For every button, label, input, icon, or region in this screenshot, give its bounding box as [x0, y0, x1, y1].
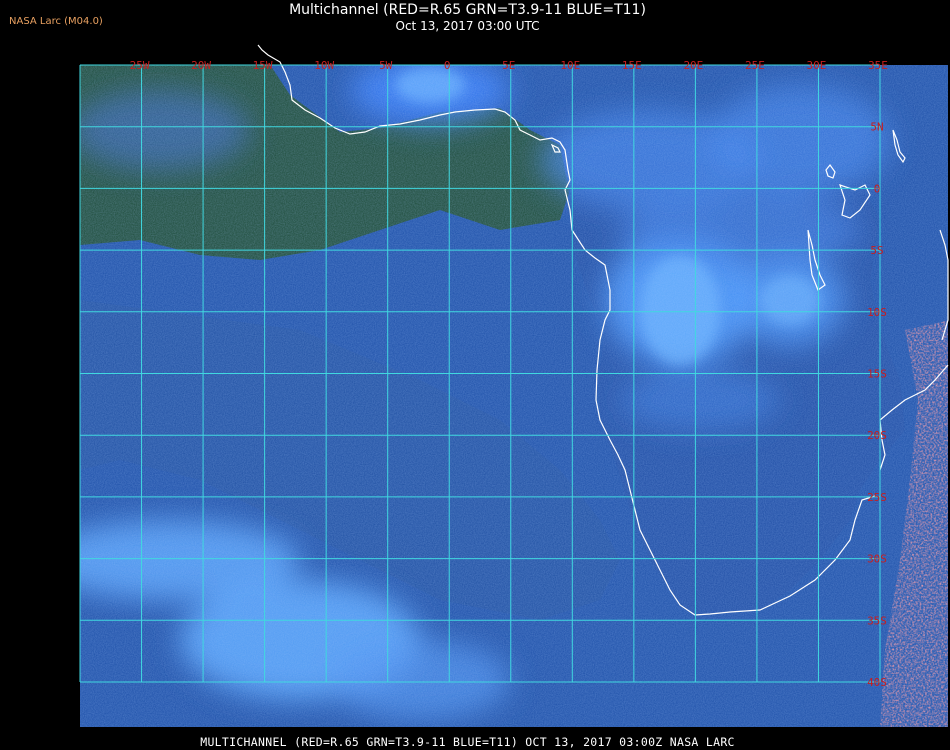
- longitude-label: 25E: [745, 59, 765, 72]
- longitude-label: 5W: [379, 59, 393, 72]
- satellite-map: 25W 20W 15W 10W 5W 0 5E 10E 15E 20E 25E 30E 35E 5N 0 5…: [79, 44, 949, 727]
- footer-caption: MULTICHANNEL (RED=R.65 GRN=T3.9-11 BLUE=…: [200, 735, 735, 749]
- imagery-layer: [80, 65, 948, 727]
- latitude-label: 5S: [870, 244, 883, 257]
- longitude-label: 15W: [253, 59, 273, 72]
- latitude-label: 30S: [867, 553, 887, 566]
- longitude-label: 20W: [191, 59, 211, 72]
- longitude-label: 25W: [130, 59, 150, 72]
- latitude-label: 40S: [867, 676, 887, 689]
- longitude-label: 10W: [314, 59, 334, 72]
- latitude-label: 0: [874, 182, 881, 195]
- latitude-label: 20S: [867, 429, 887, 442]
- longitude-label: 10E: [560, 59, 580, 72]
- longitude-label: 5E: [502, 59, 515, 72]
- longitude-label: 20E: [683, 59, 703, 72]
- longitude-label: 30E: [807, 59, 827, 72]
- latitude-label: 35S: [867, 614, 887, 627]
- latitude-label: 25S: [867, 491, 887, 504]
- latitude-label: 15S: [867, 368, 887, 381]
- longitude-label: 15E: [622, 59, 642, 72]
- latitude-label: 10S: [867, 306, 887, 319]
- latitude-label: 5N: [870, 121, 883, 134]
- longitude-label: 35E: [868, 59, 888, 72]
- longitude-label: 0: [444, 59, 451, 72]
